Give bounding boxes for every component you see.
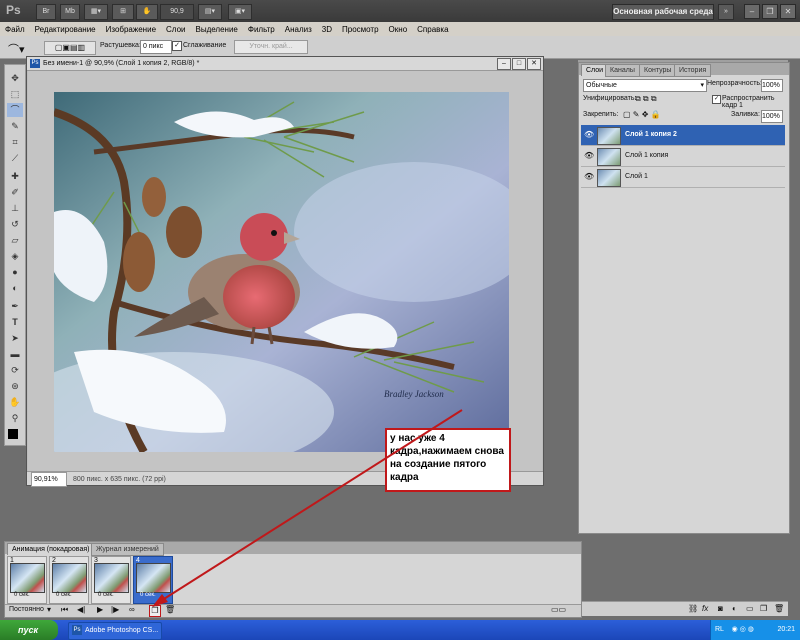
annotation-arrow	[152, 409, 463, 607]
photoshop-icon: Ps	[72, 625, 82, 636]
arrow-head	[152, 594, 168, 607]
arrow-line	[155, 409, 463, 605]
clock[interactable]: 20:21	[777, 620, 795, 640]
taskbar-item-photoshop[interactable]: Ps Adobe Photoshop CS...	[68, 622, 162, 640]
start-button[interactable]: пуск	[0, 620, 58, 640]
system-tray: RL ◉ ◎ ◍ 20:21	[710, 620, 800, 640]
tray-icons[interactable]: ◉ ◎ ◍	[732, 626, 754, 633]
language-indicator[interactable]: RL	[715, 626, 724, 633]
windows-taskbar: пуск Ps Adobe Photoshop CS... RL ◉ ◎ ◍ 20…	[0, 620, 800, 640]
taskbar-item-label: Adobe Photoshop CS...	[85, 627, 159, 634]
